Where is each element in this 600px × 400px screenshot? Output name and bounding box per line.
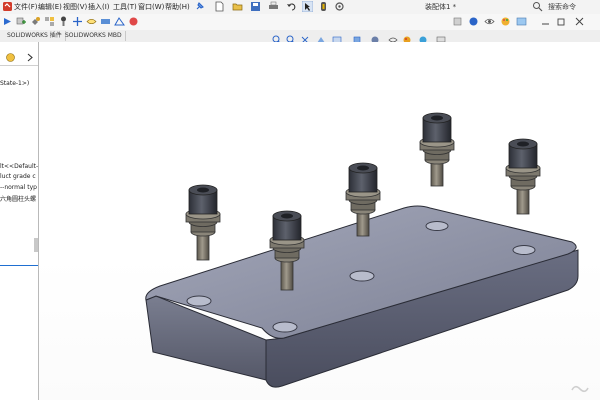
menu-window[interactable]: 窗口(W) [138,2,164,12]
tab-solidworks-addins[interactable]: SOLIDWORKS 插件 [4,31,66,41]
tree-item[interactable]: 六角圆柱头螺 [0,194,36,203]
save-icon[interactable] [250,1,261,12]
pin-icon[interactable] [194,1,205,12]
bolt-4[interactable] [419,112,455,187]
menu-view[interactable]: 视图(V) [63,2,87,12]
assembly-features-icon[interactable] [100,16,111,27]
bolt-5[interactable] [505,138,541,215]
panel-tab-strip [0,50,38,66]
assembly-model[interactable] [39,42,600,400]
select-icon[interactable] [302,1,313,12]
arrow-icon[interactable] [2,16,13,27]
window-title: 装配体1 * [425,3,457,11]
menu-bar: 文件(F) 编辑(E) 视图(V) 插入(I) 工具(T) 窗口(W) 帮助(H… [0,0,600,15]
tree-state-label[interactable]: State-1>) [0,80,29,87]
move-component-icon[interactable] [72,16,83,27]
show-hidden-icon[interactable] [86,16,97,27]
panel-splitter[interactable] [0,265,38,266]
new-doc-icon[interactable] [214,1,225,12]
config-manager-icon[interactable] [5,52,16,63]
insert-component-icon[interactable] [16,16,27,27]
plate-hole [272,321,298,333]
menu-help[interactable]: 帮助(H) [165,2,190,12]
plate-hole [425,221,449,231]
mate-icon[interactable] [30,16,41,27]
hide-show-icon[interactable] [484,16,495,27]
smart-fasteners-icon[interactable] [58,16,69,27]
plate-hole [186,295,212,307]
panel-collapse-handle[interactable] [34,238,38,252]
plate-hole [512,245,536,255]
bolt-1[interactable] [185,184,221,261]
search-input[interactable]: 搜索命令 [548,2,576,12]
menu-insert[interactable]: 插入(I) [88,2,110,12]
pattern-icon[interactable] [44,16,55,27]
rebuild-icon[interactable] [318,1,329,12]
restore-icon[interactable] [556,16,567,27]
tab-solidworks-mbd[interactable]: SOLIDWORKS MBD [62,31,126,41]
tree-item[interactable]: luct grade c [0,173,36,180]
tree-item[interactable]: --normal typ [0,184,37,191]
minimize-icon[interactable] [540,16,551,27]
close-icon[interactable] [574,16,585,27]
plate-hole [349,270,375,282]
edit-appearance-icon[interactable] [500,16,511,27]
command-manager [0,14,600,31]
menu-tools[interactable]: 工具(T) [113,2,137,12]
display-style-icon[interactable] [468,16,479,27]
logo-icon[interactable] [2,1,13,12]
print-icon[interactable] [268,1,279,12]
tree-item[interactable]: lt<<Default- [0,163,38,170]
reference-geometry-icon[interactable] [114,16,125,27]
chevron-right-icon[interactable] [26,53,34,62]
graphics-area[interactable] [39,42,600,400]
watermark-icon [571,385,589,393]
feature-manager-panel: State-1>) lt<<Default- luct grade c --no… [0,42,39,400]
undo-icon[interactable] [286,1,297,12]
view-orientation-icon[interactable] [452,16,463,27]
apply-scene-icon[interactable] [516,16,527,27]
menu-file[interactable]: 文件(F) [14,2,38,12]
open-icon[interactable] [232,1,243,12]
search-icon[interactable] [532,1,543,12]
options-icon[interactable] [334,1,345,12]
new-motion-study-icon[interactable] [128,16,139,27]
menu-edit[interactable]: 编辑(E) [38,2,62,12]
